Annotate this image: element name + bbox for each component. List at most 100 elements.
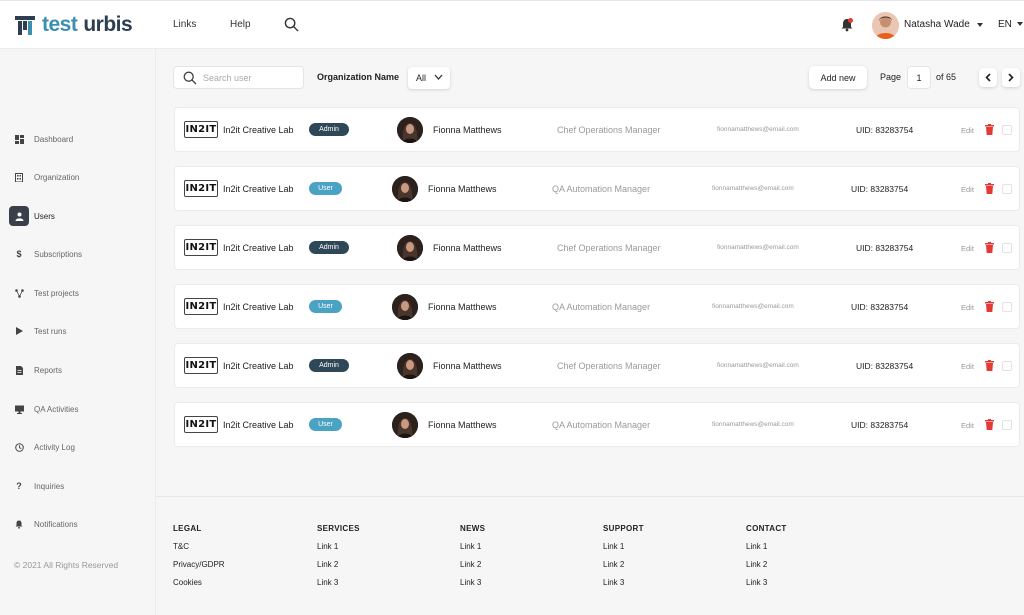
role-badge: User (309, 182, 342, 195)
footer-link[interactable]: T&C (173, 542, 225, 551)
avatar (392, 412, 418, 438)
avatar (392, 176, 418, 202)
report-icon (9, 360, 29, 380)
edit-button[interactable]: Edit (961, 185, 974, 194)
prev-page-button[interactable] (979, 68, 997, 87)
sidebar-item-label: Users (34, 211, 55, 221)
project-tree-icon (9, 283, 29, 303)
trash-icon[interactable] (985, 183, 994, 194)
search-user-field[interactable] (173, 66, 304, 89)
add-new-button[interactable]: Add new (809, 66, 867, 89)
footer-column-legal: LEGAL T&C Privacy/GDPR Cookies (173, 524, 225, 596)
user-full-name[interactable]: Fionna Matthews (433, 125, 502, 135)
footer-link[interactable]: Link 2 (746, 560, 787, 569)
sidebar-item-inquiries[interactable]: ? Inquiries (9, 476, 64, 496)
user-email: fionnamatthews@email.com (717, 126, 799, 133)
footer-link[interactable]: Link 3 (603, 578, 644, 587)
sidebar-item-label: Activity Log (34, 442, 75, 452)
org-logo: IN2IT (184, 416, 218, 433)
language-select[interactable]: EN (998, 19, 1023, 30)
trash-icon[interactable] (985, 242, 994, 253)
footer-link[interactable]: Link 2 (317, 560, 360, 569)
chevron-down-icon[interactable] (977, 23, 983, 27)
next-page-button[interactable] (1002, 68, 1020, 87)
user-row[interactable]: IN2IT In2it Creative Lab Admin Fionna Ma… (174, 107, 1020, 152)
chevron-right-icon (1008, 73, 1014, 82)
org-logo: IN2IT (184, 357, 218, 374)
page-label: Page (880, 72, 902, 82)
user-email: fionnamatthews@email.com (712, 185, 794, 192)
sidebar-item-qa-activities[interactable]: QA Activities (9, 399, 78, 419)
user-photo-icon (872, 12, 899, 39)
row-select-checkbox[interactable] (1002, 302, 1012, 312)
edit-button[interactable]: Edit (961, 421, 974, 430)
trash-icon[interactable] (985, 419, 994, 430)
page-total: of 65 (936, 72, 957, 82)
sidebar-item-subscriptions[interactable]: $ Subscriptions (9, 244, 82, 264)
user-uid: UID: 83283754 (851, 184, 909, 194)
nav-help[interactable]: Help (230, 19, 251, 30)
job-title: QA Automation Manager (552, 184, 651, 194)
trash-icon[interactable] (985, 301, 994, 312)
footer-link[interactable]: Privacy/GDPR (173, 560, 225, 569)
user-full-name[interactable]: Fionna Matthews (428, 302, 497, 312)
sidebar-item-dashboard[interactable]: Dashboard (9, 129, 73, 149)
org-logo: IN2IT (184, 180, 218, 197)
page-number-input[interactable] (907, 66, 931, 89)
footer-link[interactable]: Link 2 (603, 560, 644, 569)
footer-link[interactable]: Link 3 (746, 578, 787, 587)
job-title: QA Automation Manager (552, 420, 651, 430)
footer-heading: SUPPORT (603, 524, 644, 533)
edit-button[interactable]: Edit (961, 303, 974, 312)
user-row[interactable]: IN2IT In2it Creative Lab User Fionna Mat… (174, 284, 1020, 329)
user-full-name[interactable]: Fionna Matthews (428, 420, 497, 430)
monitor-icon (9, 399, 29, 419)
footer-link[interactable]: Link 1 (317, 542, 360, 551)
user-name[interactable]: Natasha Wade (904, 19, 970, 30)
footer-column-contact: CONTACT Link 1 Link 2 Link 3 (746, 524, 787, 596)
footer-link[interactable]: Link 1 (460, 542, 485, 551)
footer-heading: LEGAL (173, 524, 202, 533)
user-row[interactable]: IN2IT In2it Creative Lab User Fionna Mat… (174, 402, 1020, 447)
search-input[interactable] (203, 71, 298, 85)
sidebar-item-test-projects[interactable]: Test projects (9, 283, 79, 303)
trash-icon[interactable] (985, 360, 994, 371)
search-icon (183, 71, 197, 85)
job-title: Chef Operations Manager (557, 361, 661, 371)
user-row[interactable]: IN2IT In2it Creative Lab User Fionna Mat… (174, 166, 1020, 211)
avatar[interactable] (872, 12, 899, 39)
edit-button[interactable]: Edit (961, 362, 974, 371)
edit-button[interactable]: Edit (961, 126, 974, 135)
footer-link[interactable]: Link 1 (746, 542, 787, 551)
nav-links[interactable]: Links (173, 19, 196, 30)
edit-button[interactable]: Edit (961, 244, 974, 253)
bell-icon (9, 514, 29, 534)
user-row[interactable]: IN2IT In2it Creative Lab Admin Fionna Ma… (174, 343, 1020, 388)
org-logo: IN2IT (184, 298, 218, 315)
sidebar-item-organization[interactable]: Organization (9, 167, 79, 187)
footer-link[interactable]: Link 1 (603, 542, 644, 551)
brand-logo[interactable]: test urbis (14, 13, 133, 37)
trash-icon[interactable] (985, 124, 994, 135)
user-row[interactable]: IN2IT In2it Creative Lab Admin Fionna Ma… (174, 225, 1020, 270)
sidebar-item-notifications[interactable]: Notifications (9, 514, 78, 534)
sidebar-item-activity-log[interactable]: Activity Log (9, 437, 75, 457)
sidebar-item-reports[interactable]: Reports (9, 360, 62, 380)
sidebar-item-test-runs[interactable]: Test runs (9, 321, 66, 341)
sidebar-item-users[interactable]: Users (9, 206, 55, 226)
row-select-checkbox[interactable] (1002, 243, 1012, 253)
footer-link[interactable]: Link 3 (317, 578, 360, 587)
user-full-name[interactable]: Fionna Matthews (433, 361, 502, 371)
organization-select[interactable]: All (408, 67, 450, 89)
row-select-checkbox[interactable] (1002, 184, 1012, 194)
footer-link[interactable]: Cookies (173, 578, 225, 587)
user-full-name[interactable]: Fionna Matthews (428, 184, 497, 194)
row-select-checkbox[interactable] (1002, 361, 1012, 371)
search-icon[interactable] (284, 17, 299, 32)
row-select-checkbox[interactable] (1002, 125, 1012, 135)
footer-link[interactable]: Link 2 (460, 560, 485, 569)
organization-name: In2it Creative Lab (223, 420, 294, 430)
user-full-name[interactable]: Fionna Matthews (433, 243, 502, 253)
footer-link[interactable]: Link 3 (460, 578, 485, 587)
row-select-checkbox[interactable] (1002, 420, 1012, 430)
